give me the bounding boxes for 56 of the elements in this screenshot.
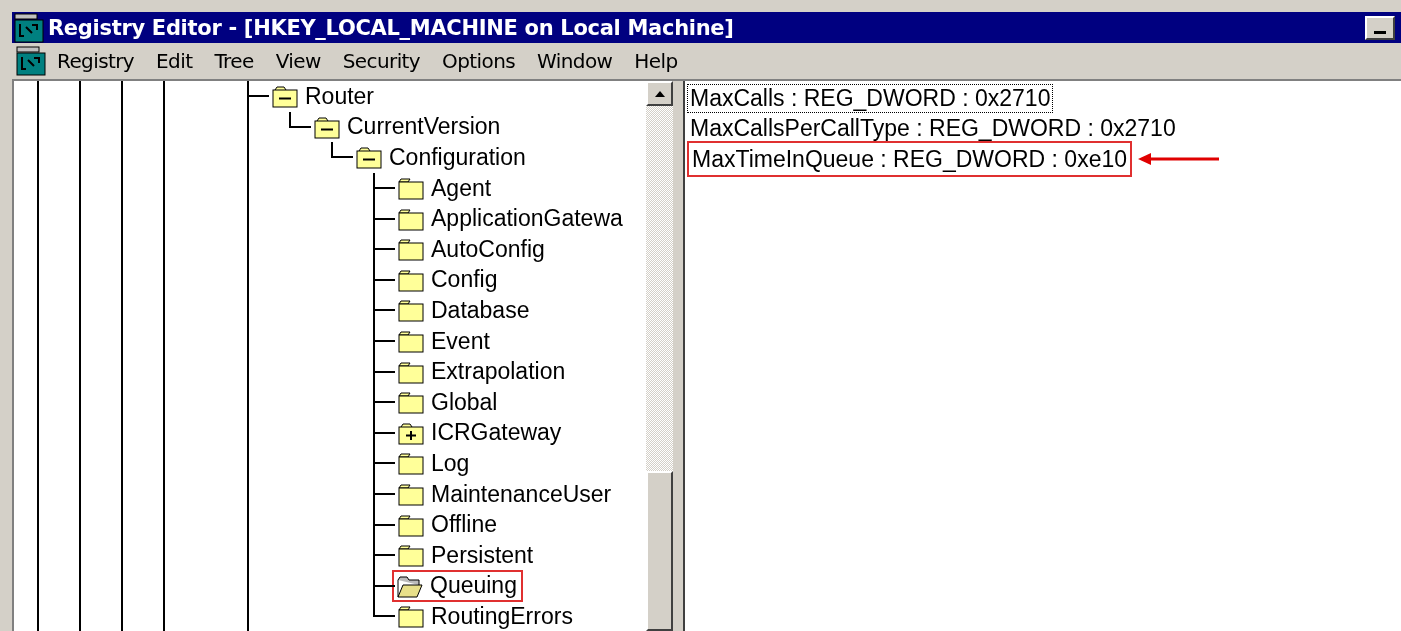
registry-key[interactable]: Config (431, 266, 498, 294)
up-arrow-icon (653, 89, 666, 98)
folder-minus-icon[interactable] (356, 145, 382, 170)
registry-key[interactable]: MaintenanceUser (431, 480, 612, 508)
menu-item[interactable]: Window (526, 49, 624, 73)
folder-icon[interactable] (398, 298, 424, 323)
registry-key[interactable]: CurrentVersion (347, 113, 501, 141)
folder-icon[interactable] (398, 604, 424, 629)
folder-icon[interactable] (398, 206, 424, 231)
value-entry[interactable]: MaxCallsPerCallType : REG_DWORD : 0x2710 (687, 114, 1179, 144)
document-icon[interactable] (16, 46, 46, 76)
folder-icon[interactable] (398, 176, 424, 201)
folder-icon[interactable] (398, 329, 424, 354)
registry-key[interactable]: Log (431, 449, 470, 477)
folder-icon[interactable] (398, 543, 424, 568)
registry-key[interactable]: Database (431, 296, 530, 324)
open-folder-icon[interactable] (397, 573, 423, 598)
menu-item[interactable]: Options (431, 49, 527, 73)
registry-key[interactable]: Offline (431, 511, 498, 539)
minimize-button[interactable] (1365, 15, 1395, 40)
folder-icon[interactable] (398, 267, 424, 292)
menu-item[interactable]: Registry (46, 49, 146, 73)
menu-item[interactable]: Security (331, 49, 432, 73)
registry-key[interactable]: Event (431, 327, 490, 355)
folder-minus-icon[interactable] (272, 84, 298, 109)
app-icon[interactable] (14, 12, 44, 43)
menu-item[interactable]: Help (623, 49, 689, 73)
scroll-up-button[interactable] (646, 81, 673, 106)
folder-icon[interactable] (398, 359, 424, 384)
value-entry[interactable]: MaxCalls : REG_DWORD : 0x2710 (687, 83, 1054, 113)
registry-key[interactable]: Queuing (430, 572, 517, 600)
registry-key[interactable]: Global (431, 388, 498, 416)
folder-icon[interactable] (398, 390, 424, 415)
registry-key[interactable]: ApplicationGatewa (431, 205, 623, 233)
scrollbar[interactable] (646, 81, 673, 631)
menu-item[interactable]: View (264, 49, 332, 73)
folder-plus-icon[interactable] (398, 420, 424, 445)
folder-icon[interactable] (398, 482, 424, 506)
menu-item[interactable]: Edit (145, 49, 204, 73)
registry-key[interactable]: Extrapolation (431, 358, 566, 386)
registry-key[interactable]: Router (305, 82, 375, 110)
scroll-thumb[interactable] (646, 471, 673, 631)
window-title: Registry Editor - [HKEY_LOCAL_MACHINE on Local Machine] (48, 15, 734, 40)
splitter[interactable] (673, 81, 685, 631)
registry-key[interactable]: RoutingErrors (431, 602, 573, 630)
folder-minus-icon[interactable] (314, 114, 340, 139)
registry-key[interactable]: Persistent (431, 541, 534, 569)
menu-item[interactable]: Tree (203, 49, 265, 73)
folder-icon[interactable] (398, 512, 424, 537)
registry-key[interactable]: AutoConfig (431, 235, 545, 263)
registry-key[interactable]: ICRGateway (431, 419, 562, 447)
folder-icon[interactable] (398, 237, 424, 262)
registry-key[interactable]: Configuration (389, 144, 526, 171)
registry-key[interactable]: Agent (431, 174, 492, 202)
value-entry[interactable]: MaxTimeInQueue : REG_DWORD : 0xe10 (689, 145, 1130, 174)
folder-icon[interactable] (398, 451, 424, 476)
